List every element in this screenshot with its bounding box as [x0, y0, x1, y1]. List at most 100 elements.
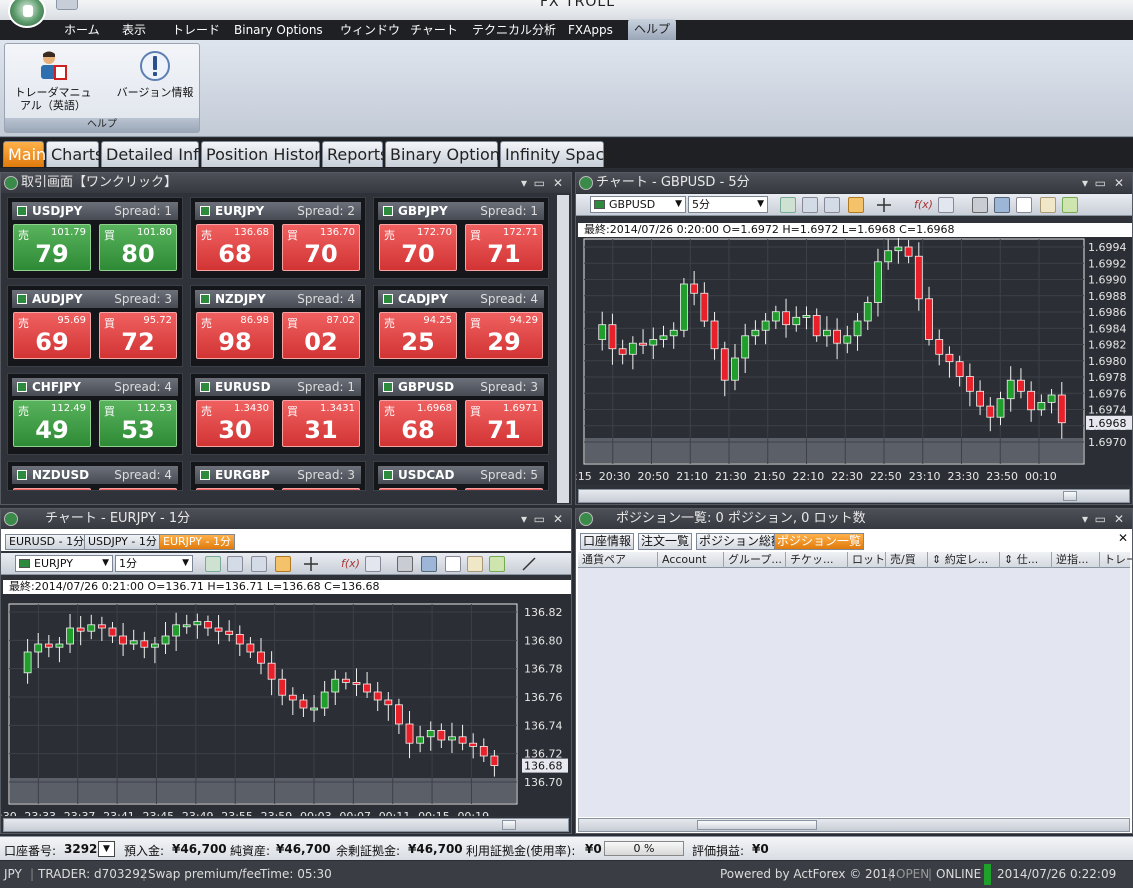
panel-menu-icon[interactable]: ▾ [521, 509, 527, 529]
panel-menu-icon[interactable]: ▾ [1082, 173, 1088, 193]
buy-button[interactable]: 買 1.3431 31 [282, 400, 360, 447]
positions-horizontal-scrollbar[interactable] [578, 818, 1130, 832]
sell-button[interactable]: 売 1.6968 68 [379, 400, 457, 447]
sell-button[interactable]: 売 112.49 49 [13, 400, 91, 447]
menu-binary-options[interactable]: Binary Options [228, 20, 329, 40]
panel-maximize-icon[interactable]: ▭ [534, 509, 545, 529]
menu-technical[interactable]: テクニカル分析 [466, 20, 562, 40]
zoom-out-icon[interactable] [227, 556, 243, 572]
gbpusd-candlestick-chart[interactable]: 1.6994 1.6992 1.6990 1.6988 1.6986 1.6984 1.69… [576, 237, 1132, 485]
gbpusd-timeframe-select[interactable]: 5分 ▼ [688, 196, 768, 213]
buy-button[interactable]: 買 94.29 29 [465, 312, 543, 359]
gbpusd-horizontal-scrollbar[interactable] [578, 489, 1130, 503]
sell-button[interactable]: 売 95.69 69 [13, 312, 91, 359]
indicator-icon[interactable] [365, 556, 381, 572]
save-icon[interactable] [421, 556, 437, 572]
zoom-fit-icon[interactable] [824, 197, 840, 213]
export-icon[interactable] [489, 556, 505, 572]
buy-button[interactable]: 買 136.70 70 [282, 224, 360, 271]
col-fill-rate[interactable]: ⇕ 約定レ... [928, 552, 1000, 568]
sell-button[interactable]: 売 136.68 68 [196, 224, 274, 271]
buy-button[interactable]: 買 87.02 02 [282, 312, 360, 359]
tab-binary-options[interactable]: Binary Options [385, 141, 508, 167]
crosshair-icon[interactable] [876, 197, 892, 213]
sell-button[interactable]: 売 86.98 98 [196, 312, 274, 359]
scroll-thumb[interactable] [697, 820, 817, 830]
tab-order-list[interactable]: 注文一覧 [638, 533, 693, 550]
eurjpy-timeframe-select[interactable]: 1分 ▼ [115, 555, 193, 572]
eurjpy-symbol-select[interactable]: EURJPY ▼ [15, 555, 113, 572]
sell-button[interactable]: 売0.8545 [13, 488, 91, 490]
col-account[interactable]: Account [658, 552, 724, 568]
menu-help[interactable]: ヘルプ [628, 19, 677, 40]
trader-manual-button[interactable]: トレーダマニュアル（英語） [11, 50, 95, 112]
tab-detailed-info[interactable]: Detailed Info [101, 141, 209, 167]
sell-button[interactable]: 売0.7914 [196, 488, 274, 490]
col-buy-sell[interactable]: 売/買 [886, 552, 928, 568]
col-settle[interactable]: ⇕ 仕... [1000, 552, 1052, 568]
close-tab-icon[interactable]: ✕ [1118, 531, 1128, 545]
col-ticket[interactable]: チケッ... [786, 552, 848, 568]
menu-trade[interactable]: トレード [166, 20, 226, 40]
chart-line-icon[interactable] [1040, 197, 1056, 213]
panel-close-icon[interactable]: ✕ [553, 173, 563, 193]
subtab-usdjpy[interactable]: USDJPY - 1分 [84, 534, 161, 550]
trade-panel-scrollbar[interactable] [557, 195, 569, 503]
zoom-in-icon[interactable] [205, 556, 221, 572]
crosshair-icon[interactable] [303, 556, 319, 572]
panel-close-icon[interactable]: ✕ [1114, 173, 1124, 193]
zoom-fit-icon[interactable] [251, 556, 267, 572]
menu-fxapps[interactable]: FXApps [562, 20, 619, 40]
sell-button[interactable]: 売 101.79 79 [13, 224, 91, 271]
tab-charts[interactable]: Charts [46, 141, 103, 167]
document-icon[interactable] [445, 556, 461, 572]
menu-window[interactable]: ウィンドウ [334, 20, 406, 40]
buy-button[interactable]: 買1.0802 [465, 488, 543, 490]
tab-main[interactable]: Main [3, 141, 46, 167]
sell-button[interactable]: 売 94.25 25 [379, 312, 457, 359]
tab-infinity-space[interactable]: Infinity Space [500, 141, 614, 167]
eurjpy-horizontal-scrollbar[interactable] [3, 818, 569, 832]
chart-line-icon[interactable] [467, 556, 483, 572]
buy-button[interactable]: 買0.8549 [99, 488, 177, 490]
buy-button[interactable]: 買 172.71 71 [465, 224, 543, 271]
panel-menu-icon[interactable]: ▾ [521, 173, 527, 193]
panel-menu-icon[interactable]: ▾ [1082, 509, 1088, 529]
function-icon[interactable]: f(x) [341, 556, 360, 572]
panel-maximize-icon[interactable]: ▭ [1095, 509, 1106, 529]
tab-reports[interactable]: Reports [322, 141, 388, 167]
subtab-eurusd[interactable]: EURUSD - 1分 [5, 534, 89, 550]
zoom-out-icon[interactable] [802, 197, 818, 213]
tab-position-history[interactable]: Position History [201, 141, 330, 167]
col-stop[interactable]: 逆指... [1052, 552, 1100, 568]
buy-button[interactable]: 買 101.80 80 [99, 224, 177, 271]
panel-close-icon[interactable]: ✕ [1114, 509, 1124, 529]
account-dropdown-icon[interactable]: ▼ [98, 841, 115, 857]
tab-position-list[interactable]: ポジション一覧 [774, 533, 865, 550]
tab-position-total[interactable]: ポジション総額 [696, 533, 787, 550]
function-icon[interactable]: f(x) [914, 197, 933, 213]
col-trader[interactable]: トレー [1100, 552, 1132, 568]
col-currency-pair[interactable]: 通貨ペア [578, 552, 658, 568]
menu-home[interactable]: ホーム [58, 20, 106, 40]
save-icon[interactable] [994, 197, 1010, 213]
auto-scroll-icon[interactable] [848, 197, 864, 213]
sell-button[interactable]: 売 172.70 70 [379, 224, 457, 271]
auto-scroll-icon[interactable] [275, 556, 291, 572]
quick-access-icon[interactable] [56, 0, 78, 10]
print-icon[interactable] [972, 197, 988, 213]
gbpusd-symbol-select[interactable]: GBPUSD ▼ [590, 196, 686, 213]
sell-button[interactable]: 売1.0797 [379, 488, 457, 490]
tab-account-info[interactable]: 口座情報 [580, 533, 635, 550]
swap-link[interactable]: Swap premium/fee [148, 867, 261, 881]
export-icon[interactable] [1062, 197, 1078, 213]
menu-chart[interactable]: チャート [404, 20, 464, 40]
document-icon[interactable] [1016, 197, 1032, 213]
menu-view[interactable]: 表示 [116, 20, 152, 40]
zoom-in-icon[interactable] [780, 197, 796, 213]
scroll-thumb[interactable] [1063, 491, 1077, 501]
panel-maximize-icon[interactable]: ▭ [1095, 173, 1106, 193]
panel-close-icon[interactable]: ✕ [553, 509, 563, 529]
col-lot[interactable]: ロット [848, 552, 886, 568]
eurjpy-candlestick-chart[interactable]: 136.82136.80136.78136.76136.74136.72136.… [1, 594, 571, 816]
